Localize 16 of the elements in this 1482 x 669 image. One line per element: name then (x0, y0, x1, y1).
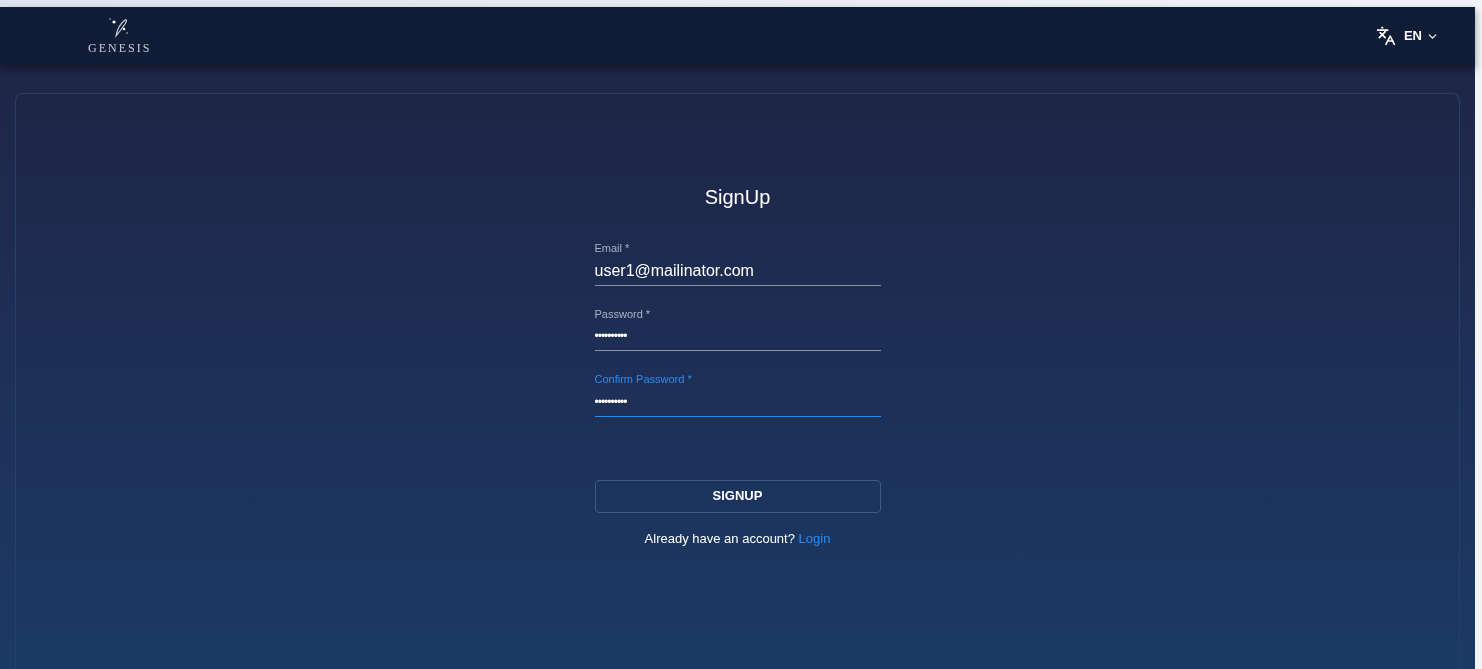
field-value: user1@mailinator.com (594, 260, 755, 281)
translate-icon (1375, 26, 1396, 46)
input-field[interactable]: Password * •••••••••• (594, 305, 881, 351)
field-value: •••••••••• (594, 393, 628, 411)
form-title: SignUp (704, 185, 771, 210)
field-label: Confirm Password * (594, 372, 693, 387)
signup-button[interactable]: SIGNUP (594, 479, 881, 513)
input-field[interactable]: Email * user1@mailinator.com (594, 240, 881, 286)
field-value: •••••••••• (594, 328, 628, 345)
input-field[interactable]: Confirm Password * •••••••••• (594, 371, 881, 417)
field-label: Email * (594, 241, 631, 256)
language-selector[interactable]: EN (1375, 26, 1439, 46)
field-label: Password * (594, 306, 652, 322)
login-prompt: Already have an account? Login (644, 529, 831, 548)
logo-text: GENESIS (88, 40, 152, 57)
login-link[interactable]: Login (798, 530, 831, 546)
